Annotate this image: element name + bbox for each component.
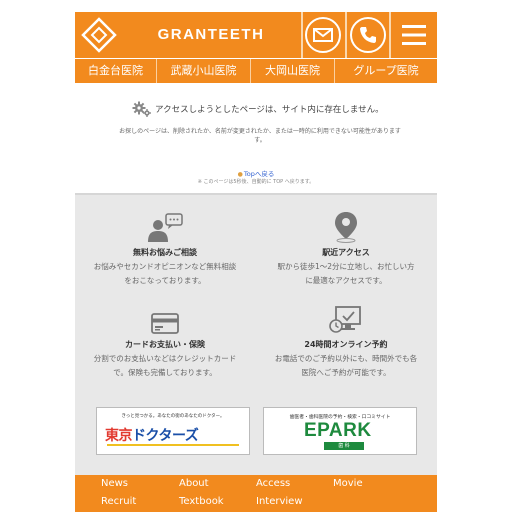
feature-text-line: お電話でのご予約以外にも、時間外でも各 (274, 354, 418, 363)
feature-text: 分割でのお支払いなどはクレジットカード で。保険も完備しております。 (75, 352, 255, 380)
footer-nav: News About Access Movie Recruit Textbook… (75, 475, 437, 512)
redirect-note: ※ このページは5秒後、自動的に TOP へ戻ります。 (197, 179, 315, 185)
feature-free-consultation: 無料お悩みご相談 お悩みやセカンドオピニオンなど無料相談 をおこなっております。 (75, 211, 255, 288)
feature-title: 24時間オンライン予約 (304, 340, 388, 349)
footer-link-movie[interactable]: Movie (333, 478, 363, 489)
feature-text-line: で。保険も完備しております。 (113, 368, 217, 377)
features-section: 無料お悩みご相談 お悩みやセカンドオピニオンなど無料相談 をおこなっております。… (75, 193, 437, 475)
feature-text-line: お悩みやセカンドオピニオンなど無料相談 (93, 262, 237, 271)
site-brand[interactable]: GRANTEETH (121, 12, 301, 58)
feature-text-line: 駅から徒歩1〜2分に立地し、お忙しい方 (277, 262, 415, 271)
epark-sub-label: 歯 科 (324, 442, 364, 450)
feature-text-line: をおこなっております。 (124, 276, 206, 285)
tokyo-doctors-banner[interactable]: きっと見つかる。あなたの街のあなたのドクター。 東京ドクターズ (96, 407, 250, 455)
phone-button[interactable] (347, 12, 389, 58)
feature-text: お電話でのご予約以外にも、時間外でも各 医院へご予約が可能です。 (256, 352, 436, 380)
site-header: GRANTEETH (75, 12, 437, 58)
clinic-nav: 白金台医院 武蔵小山医院 大岡山医院 グループ医院 (75, 59, 437, 83)
not-found-desc-line: す。 (254, 137, 266, 144)
feature-title: 駅近アクセス (322, 248, 370, 257)
mail-icon (305, 17, 341, 53)
menu-button[interactable] (391, 12, 437, 58)
not-found-description: お探しのページは、削除されたか、名前が変更されたか、または一時的に利用できない可… (105, 127, 415, 145)
feature-station-access: 駅近アクセス 駅から徒歩1〜2分に立地し、お忙しい方 に最適なアクセスです。 (256, 211, 436, 288)
back-to-top-link[interactable]: ●Topへ戻る (75, 168, 437, 178)
phone-icon (350, 17, 386, 53)
feature-card-payment: カードお支払い・保険 分割でのお支払いなどはクレジットカード で。保険も完備して… (75, 303, 255, 380)
banner-underline (107, 444, 239, 446)
feature-text-line: 医院へご予約が可能です。 (301, 368, 391, 377)
epark-banner[interactable]: 歯医者・歯科医院の予約・検索・口コミサイト EPARK 歯 科 (263, 407, 417, 455)
clinic-tab-musashikoyama[interactable]: 武蔵小山医院 (157, 59, 251, 83)
logo-icon[interactable] (81, 17, 117, 53)
home-icon: ● (237, 171, 243, 178)
back-to-top-label: Topへ戻る (243, 170, 275, 178)
feature-text: 駅から徒歩1〜2分に立地し、お忙しい方 に最適なアクセスです。 (256, 260, 436, 288)
feature-title: カードお支払い・保険 (125, 340, 205, 349)
footer-link-interview[interactable]: Interview (256, 496, 303, 507)
clinic-tab-shirokanedai[interactable]: 白金台医院 (75, 59, 157, 83)
online-reservation-icon (329, 306, 361, 333)
hamburger-menu-icon (402, 25, 426, 45)
map-pin-icon (335, 212, 357, 243)
footer-link-about[interactable]: About (179, 478, 209, 489)
footer-link-textbook[interactable]: Textbook (179, 496, 224, 507)
mail-button[interactable] (302, 12, 344, 58)
epark-logo: EPARK (304, 420, 372, 441)
consultation-icon (148, 213, 183, 242)
footer-link-news[interactable]: News (101, 478, 128, 489)
clinic-tab-group[interactable]: グループ医院 (335, 59, 437, 83)
banner-caption: 歯医者・歯科医院の予約・検索・口コミサイト (289, 415, 391, 420)
logo-part: 東京 (105, 428, 133, 444)
not-found-desc-line: お探しのページは、削除されたか、名前が変更されたか、または一時的に利用できない可… (119, 128, 401, 135)
not-found-title: アクセスしようとしたページは、サイト内に存在しません。 (155, 105, 384, 115)
gear-icon (132, 101, 151, 117)
footer-link-recruit[interactable]: Recruit (101, 496, 136, 507)
feature-text: お悩みやセカンドオピニオンなど無料相談 をおこなっております。 (75, 260, 255, 288)
banner-caption: きっと見つかる。あなたの街のあなたのドクター。 (121, 414, 225, 419)
feature-title: 無料お悩みご相談 (133, 248, 197, 257)
feature-text-line: に最適なアクセスです。 (305, 276, 387, 285)
feature-text-line: 分割でのお支払いなどはクレジットカード (93, 354, 237, 363)
feature-online-reservation: 24時間オンライン予約 お電話でのご予約以外にも、時間外でも各 医院へご予約が可… (256, 303, 436, 380)
footer-link-access[interactable]: Access (256, 478, 290, 489)
credit-card-icon (151, 313, 179, 334)
logo-part: ドクターズ (132, 428, 199, 444)
clinic-tab-ookayama[interactable]: 大岡山医院 (251, 59, 335, 83)
not-found-heading: アクセスしようとしたページは、サイト内に存在しません。 (132, 100, 384, 118)
page: GRANTEETH 白金台医院 武蔵小山医院 大岡山医院 グループ医院 アクセス… (75, 12, 437, 512)
